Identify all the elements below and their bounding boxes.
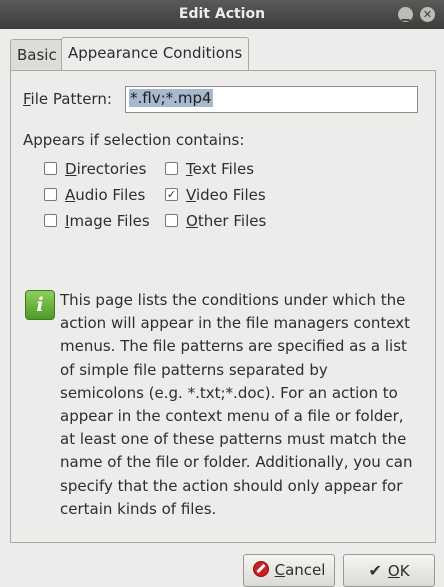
appears-if-label: Appears if selection contains: — [23, 131, 245, 149]
checkbox-box-checked[interactable]: ✓ — [165, 188, 178, 201]
tab-appearance-conditions[interactable]: Appearance Conditions — [61, 37, 250, 70]
checkbox-text-files[interactable]: Text Files — [165, 159, 254, 179]
file-pattern-label: File Pattern: — [23, 90, 112, 108]
cancel-icon — [252, 560, 269, 577]
tab-basic[interactable]: Basic — [10, 39, 64, 71]
tab-appearance-conditions-label: Appearance Conditions — [68, 44, 243, 62]
cancel-button[interactable]: Cancel — [243, 554, 335, 587]
close-icon[interactable]: ✕ — [420, 7, 435, 22]
checkbox-video-files[interactable]: ✓ Video Files — [165, 185, 266, 205]
title-bar: Edit Action ▁ ✕ — [0, 0, 444, 29]
info-text: This page lists the conditions under whi… — [60, 291, 413, 518]
window-title: Edit Action — [178, 6, 266, 22]
checkbox-other-files[interactable]: Other Files — [165, 211, 266, 231]
checkbox-box[interactable] — [44, 188, 57, 201]
file-pattern-input[interactable]: *.flv;*.mp4 — [125, 86, 418, 113]
checkmark-icon: ✔ — [368, 561, 382, 580]
checkbox-box[interactable] — [165, 162, 178, 175]
checkbox-directories[interactable]: Directories — [44, 159, 146, 179]
minimize-icon[interactable]: ▁ — [398, 7, 413, 22]
dialog-body: Basic Appearance Conditions File Pattern… — [0, 29, 444, 587]
tab-basic-label: Basic — [17, 46, 57, 64]
checkbox-box[interactable] — [165, 214, 178, 227]
checkbox-image-files[interactable]: Image Files — [44, 211, 150, 231]
checkbox-box[interactable] — [44, 162, 57, 175]
file-pattern-value: *.flv;*.mp4 — [129, 89, 213, 107]
info-icon: i — [25, 290, 55, 320]
appearance-conditions-panel: File Pattern: *.flv;*.mp4 Appears if sel… — [10, 70, 436, 543]
ok-button[interactable]: ✔ OK — [343, 554, 435, 587]
checkbox-box[interactable] — [44, 214, 57, 227]
checkbox-audio-files[interactable]: Audio Files — [44, 185, 145, 205]
